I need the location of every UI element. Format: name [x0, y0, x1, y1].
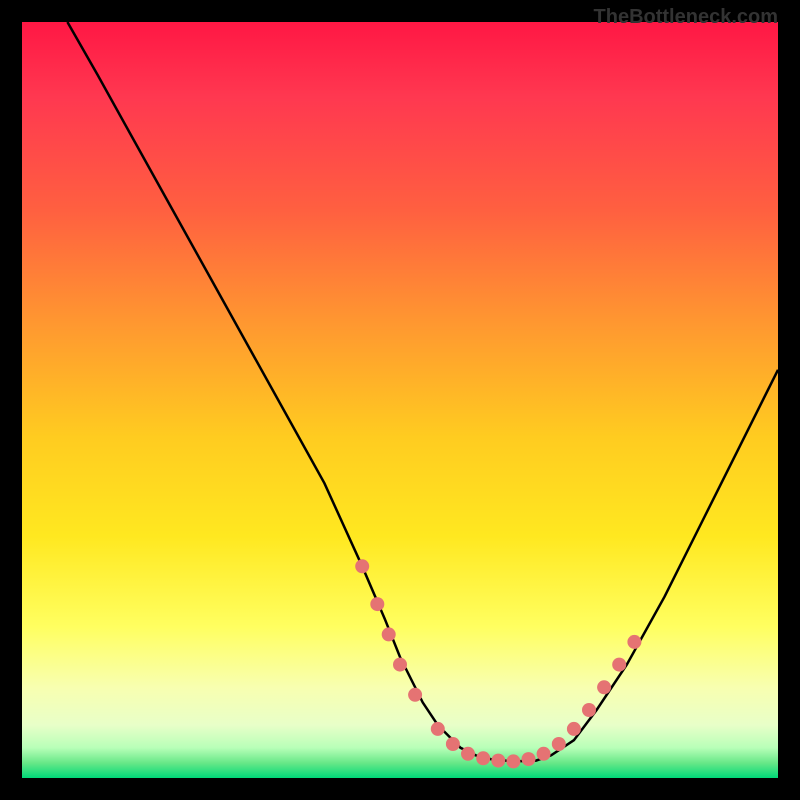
data-markers	[355, 559, 641, 768]
data-marker	[552, 737, 566, 751]
data-marker	[597, 680, 611, 694]
data-marker	[491, 754, 505, 768]
data-marker	[476, 751, 490, 765]
chart-container: TheBottleneck.com	[0, 0, 800, 800]
data-marker	[431, 722, 445, 736]
data-marker	[461, 747, 475, 761]
data-marker	[355, 559, 369, 573]
data-marker	[370, 597, 384, 611]
data-marker	[627, 635, 641, 649]
data-marker	[506, 754, 520, 768]
data-marker	[522, 752, 536, 766]
data-marker	[382, 627, 396, 641]
data-marker	[582, 703, 596, 717]
data-marker	[393, 658, 407, 672]
data-marker	[446, 737, 460, 751]
watermark-text: TheBottleneck.com	[594, 6, 778, 29]
data-marker	[408, 688, 422, 702]
bottleneck-curve	[67, 22, 778, 761]
data-marker	[567, 722, 581, 736]
data-marker	[537, 747, 551, 761]
data-marker	[612, 658, 626, 672]
chart-svg	[22, 22, 778, 778]
